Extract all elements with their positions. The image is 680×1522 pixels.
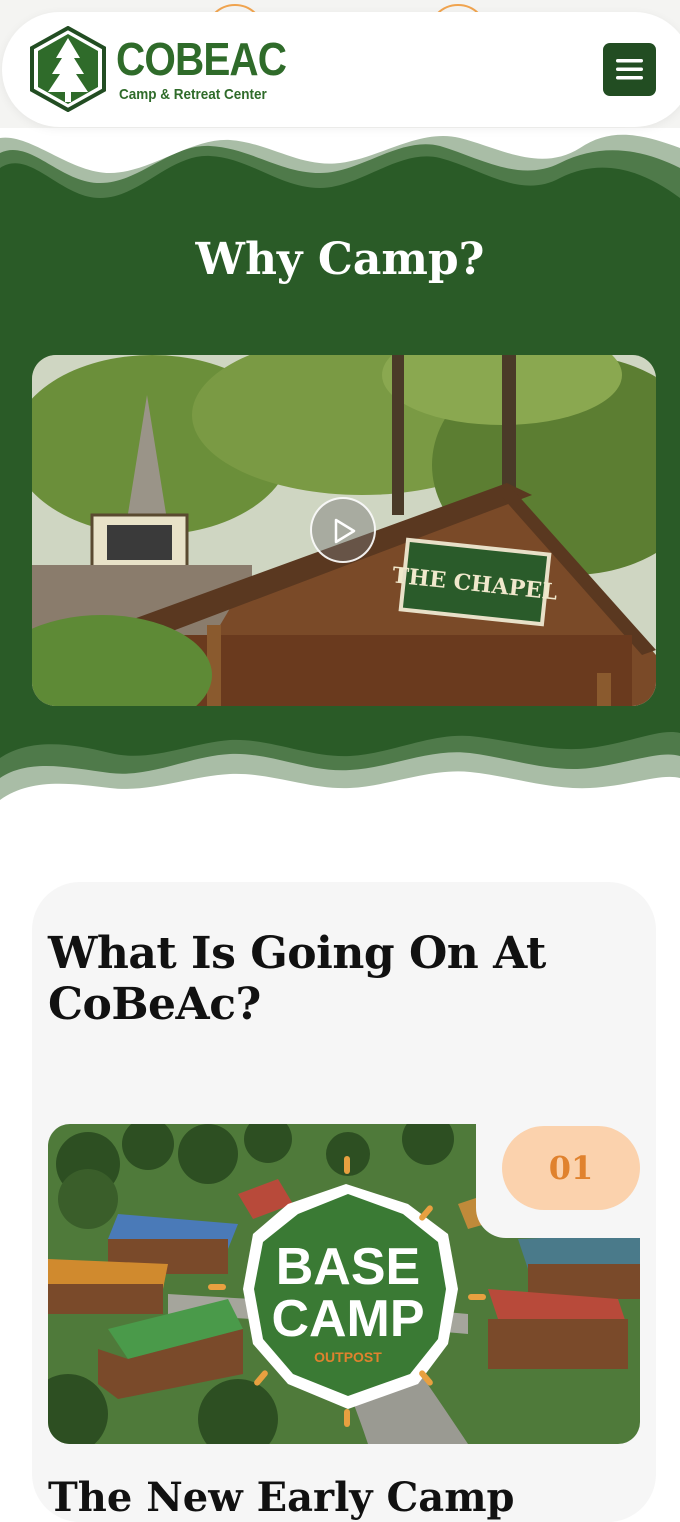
section-title: Why Camp?	[195, 234, 485, 285]
logo-line3: OUTPOST	[314, 1349, 382, 1365]
play-icon	[334, 518, 356, 544]
play-button[interactable]	[310, 497, 376, 563]
pine-tree-icon	[30, 26, 106, 112]
site-logo[interactable]: COBEAC Camp & Retreat Center	[30, 26, 287, 114]
brand-name: COBEAC	[116, 33, 287, 85]
hamburger-icon	[616, 59, 643, 80]
event-number-badge: 01	[502, 1126, 640, 1210]
events-title: What Is Going On At CoBeAc?	[48, 928, 546, 1031]
menu-button[interactable]	[603, 43, 656, 96]
logo-line2: CAMP	[271, 1290, 424, 1348]
event-caption[interactable]: The New Early Camp	[48, 1474, 514, 1521]
logo-line1: BASE	[276, 1238, 420, 1296]
brand-tagline: Camp & Retreat Center	[119, 86, 267, 103]
